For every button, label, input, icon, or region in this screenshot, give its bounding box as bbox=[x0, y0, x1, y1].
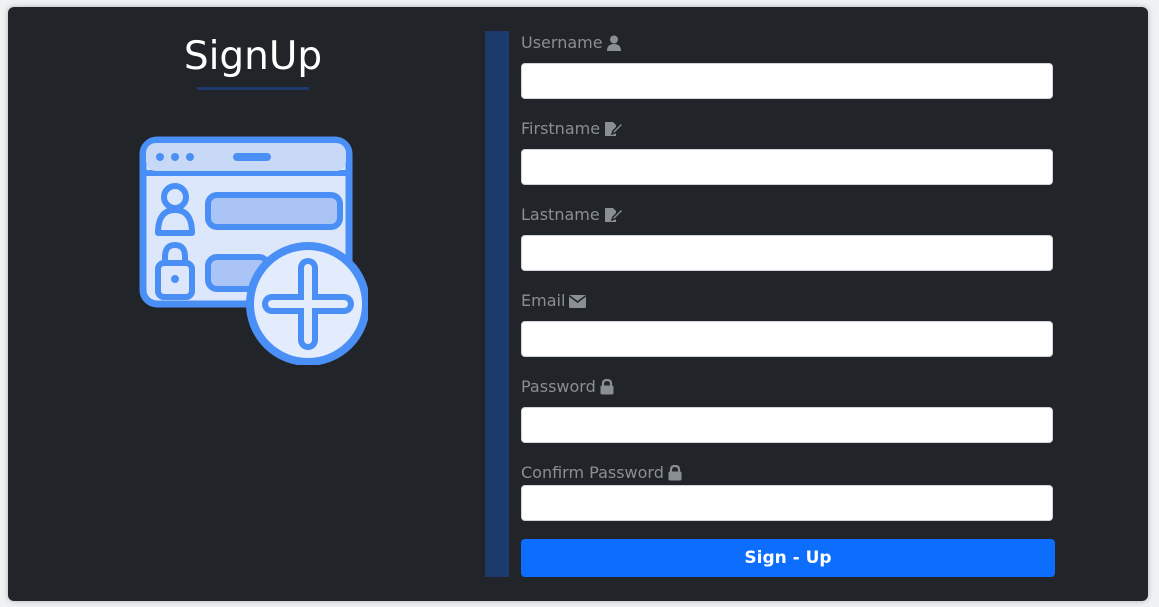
firstname-input[interactable] bbox=[521, 149, 1053, 185]
firstname-label: Firstname bbox=[521, 119, 625, 139]
lastname-label: Lastname bbox=[521, 205, 624, 225]
email-label-text: Email bbox=[521, 291, 566, 310]
user-icon bbox=[606, 35, 621, 51]
signup-illustration-icon bbox=[139, 136, 368, 365]
username-input[interactable] bbox=[521, 63, 1053, 99]
edit-icon bbox=[604, 207, 624, 222]
email-input[interactable] bbox=[521, 321, 1053, 357]
lock-icon bbox=[668, 465, 682, 481]
confirm-password-input[interactable] bbox=[521, 485, 1053, 521]
password-label: Password bbox=[521, 377, 614, 397]
accent-divider bbox=[485, 31, 509, 577]
title-underline bbox=[197, 87, 309, 90]
password-label-text: Password bbox=[521, 377, 596, 396]
signup-card: SignUp Username Firstname Lastname Email… bbox=[8, 7, 1148, 601]
confirm-password-label: Confirm Password bbox=[521, 463, 682, 483]
lock-icon bbox=[600, 379, 614, 395]
confirm-password-label-text: Confirm Password bbox=[521, 463, 664, 482]
email-label: Email bbox=[521, 291, 587, 311]
sign-up-button[interactable]: Sign - Up bbox=[521, 539, 1055, 577]
page-title: SignUp bbox=[183, 34, 323, 79]
edit-icon bbox=[605, 121, 625, 136]
envelope-icon bbox=[569, 294, 587, 308]
username-label-text: Username bbox=[521, 33, 603, 52]
lastname-input[interactable] bbox=[521, 235, 1053, 271]
username-label: Username bbox=[521, 33, 621, 53]
password-input[interactable] bbox=[521, 407, 1053, 443]
lastname-label-text: Lastname bbox=[521, 205, 600, 224]
firstname-label-text: Firstname bbox=[521, 119, 601, 138]
